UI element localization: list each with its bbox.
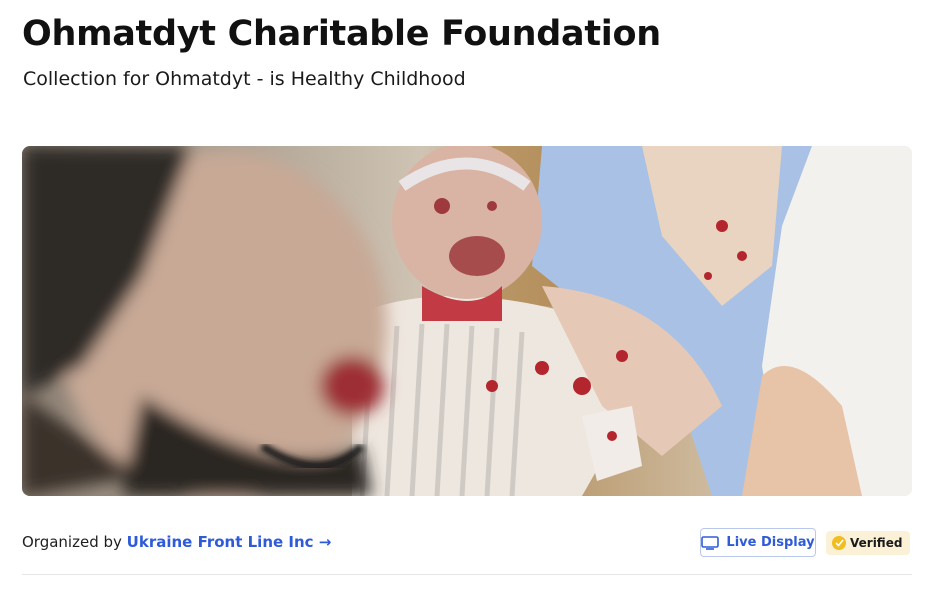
organizer-link[interactable]: Ukraine Front Line Inc → [127,533,332,551]
divider [22,574,912,575]
live-display-button[interactable]: Live Display [700,528,816,557]
arrow-right-icon: → [318,533,332,551]
organizer-prefix: Organized by [22,533,122,551]
organizer-name: Ukraine Front Line Inc [126,533,314,551]
monitor-icon [701,535,720,550]
hero-photo [22,146,912,496]
verified-badge: Verified [826,531,911,555]
live-display-label: Live Display [726,535,815,550]
check-circle-icon [832,536,846,550]
page-title: Ohmatdyt Charitable Foundation [22,14,661,54]
hero-image [22,146,912,496]
organizer-line: Organized by Ukraine Front Line Inc → [22,533,331,551]
page-subtitle: Collection for Ohmatdyt - is Healthy Chi… [23,68,466,90]
verified-label: Verified [850,536,903,550]
